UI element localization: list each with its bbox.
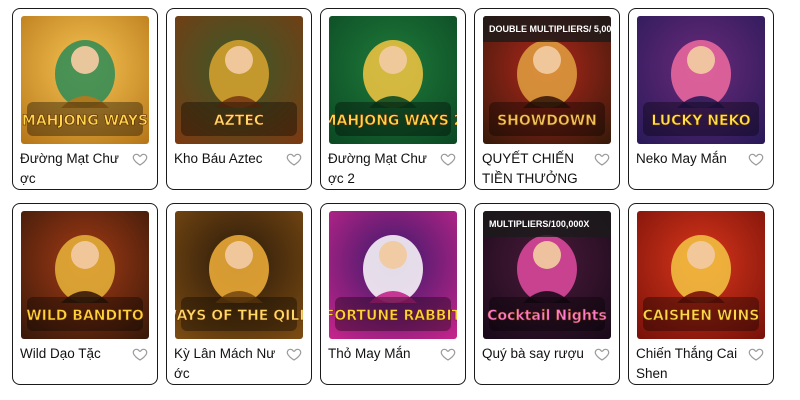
game-meta: Thỏ May Mắn <box>328 344 458 364</box>
game-card-5[interactable]: LUCKY NEKO Neko May Mắn <box>628 8 774 190</box>
game-meta: Neko May Mắn <box>636 149 766 169</box>
promo-banner-text: MULTIPLIERS/100,000X <box>489 219 589 229</box>
game-meta: Kho Báu Aztec <box>174 149 304 169</box>
game-logo-text: MAHJONG WAYS 2 <box>329 113 457 129</box>
game-logo-text: FORTUNE RABBIT <box>329 308 457 324</box>
aztec-queen-icon <box>209 40 269 108</box>
game-thumbnail[interactable]: MAHJONG WAYS 2 <box>329 16 457 144</box>
game-art: WILD BANDITO <box>21 211 149 339</box>
mahjong-tile-icon <box>55 40 115 108</box>
game-art: MAHJONG WAYS <box>21 16 149 144</box>
favorite-heart-icon[interactable] <box>132 346 148 362</box>
lucky-cat-icon <box>671 40 731 108</box>
game-art: CAISHEN WINS <box>637 211 765 339</box>
game-logo-text: WAYS OF THE QILIN <box>175 308 303 324</box>
game-art: FORTUNE RABBIT <box>329 211 457 339</box>
game-thumbnail[interactable]: FORTUNE RABBIT <box>329 211 457 339</box>
game-logo-text: Cocktail Nights <box>487 308 607 324</box>
promo-banner-text: DOUBLE MULTIPLIERS/ 5,000X <box>489 24 611 34</box>
game-name[interactable]: Chiến Thắng Cai Shen <box>636 344 744 384</box>
game-name[interactable]: QUYẾT CHIẾN TIỀN THƯỞNG <box>482 149 590 189</box>
game-logo-text: CAISHEN WINS <box>643 308 760 324</box>
game-meta: Đường Mạt Chư ợc <box>20 149 150 189</box>
game-meta: Đường Mạt Chư ợc 2 <box>328 149 458 189</box>
cowgirl-icon <box>517 40 577 108</box>
dragon-icon <box>363 40 423 108</box>
favorite-heart-icon[interactable] <box>132 151 148 167</box>
game-name[interactable]: Đường Mạt Chư ợc <box>20 149 128 189</box>
game-meta: QUYẾT CHIẾN TIỀN THƯỞNG <box>482 149 612 189</box>
game-thumbnail[interactable]: WILD BANDITO <box>21 211 149 339</box>
game-card-7[interactable]: WAYS OF THE QILIN Kỳ Lân Mách Nư ớc <box>166 203 312 385</box>
favorite-heart-icon[interactable] <box>748 151 764 167</box>
game-name[interactable]: Quý bà say rượu <box>482 344 590 364</box>
game-card-6[interactable]: WILD BANDITO Wild Dạo Tặc <box>12 203 158 385</box>
game-art: MAHJONG WAYS 2 <box>329 16 457 144</box>
favorite-heart-icon[interactable] <box>286 151 302 167</box>
game-name[interactable]: Wild Dạo Tặc <box>20 344 128 364</box>
game-grid: MAHJONG WAYS Đường Mạt Chư ợc AZTEC Kho … <box>12 8 774 385</box>
game-meta: Wild Dạo Tặc <box>20 344 150 364</box>
game-meta: Chiến Thắng Cai Shen <box>636 344 766 384</box>
game-name[interactable]: Kỳ Lân Mách Nư ớc <box>174 344 282 384</box>
game-thumbnail[interactable]: CAISHEN WINS <box>637 211 765 339</box>
game-thumbnail[interactable]: DOUBLE MULTIPLIERS/ 5,000X SHOWDOWN <box>483 16 611 144</box>
skeleton-bandit-icon <box>55 235 115 303</box>
game-logo-text: MAHJONG WAYS <box>22 113 148 129</box>
favorite-heart-icon[interactable] <box>440 151 456 167</box>
favorite-heart-icon[interactable] <box>748 346 764 362</box>
game-meta: Kỳ Lân Mách Nư ớc <box>174 344 304 384</box>
game-card-8[interactable]: FORTUNE RABBIT Thỏ May Mắn <box>320 203 466 385</box>
favorite-heart-icon[interactable] <box>594 346 610 362</box>
game-art: AZTEC <box>175 16 303 144</box>
game-name[interactable]: Đường Mạt Chư ợc 2 <box>328 149 436 189</box>
game-thumbnail[interactable]: LUCKY NEKO <box>637 16 765 144</box>
cocktail-lady-icon <box>517 235 577 303</box>
favorite-heart-icon[interactable] <box>286 346 302 362</box>
game-name[interactable]: Kho Báu Aztec <box>174 149 282 169</box>
game-name[interactable]: Neko May Mắn <box>636 149 744 169</box>
game-name[interactable]: Thỏ May Mắn <box>328 344 436 364</box>
game-art: WAYS OF THE QILIN <box>175 211 303 339</box>
game-card-2[interactable]: AZTEC Kho Báu Aztec <box>166 8 312 190</box>
game-card-3[interactable]: MAHJONG WAYS 2 Đường Mạt Chư ợc 2 <box>320 8 466 190</box>
caishen-god-icon <box>671 235 731 303</box>
game-thumbnail[interactable]: MULTIPLIERS/100,000X Cocktail Nights <box>483 211 611 339</box>
game-logo-text: WILD BANDITO <box>26 308 144 324</box>
game-thumbnail[interactable]: AZTEC <box>175 16 303 144</box>
game-card-10[interactable]: CAISHEN WINS Chiến Thắng Cai Shen <box>628 203 774 385</box>
game-card-4[interactable]: DOUBLE MULTIPLIERS/ 5,000X SHOWDOWN QUYẾT… <box>474 8 620 190</box>
game-art: LUCKY NEKO <box>637 16 765 144</box>
qilin-icon <box>209 235 269 303</box>
rabbit-icon <box>363 235 423 303</box>
game-art: MULTIPLIERS/100,000X Cocktail Nights <box>483 211 611 339</box>
game-card-9[interactable]: MULTIPLIERS/100,000X Cocktail Nights Quý … <box>474 203 620 385</box>
game-card-1[interactable]: MAHJONG WAYS Đường Mạt Chư ợc <box>12 8 158 190</box>
game-thumbnail[interactable]: MAHJONG WAYS <box>21 16 149 144</box>
game-art: DOUBLE MULTIPLIERS/ 5,000X SHOWDOWN <box>483 16 611 144</box>
game-meta: Quý bà say rượu <box>482 344 612 364</box>
favorite-heart-icon[interactable] <box>594 151 610 167</box>
game-logo-text: SHOWDOWN <box>497 113 597 129</box>
favorite-heart-icon[interactable] <box>440 346 456 362</box>
game-logo-text: LUCKY NEKO <box>651 113 750 129</box>
game-logo-text: AZTEC <box>214 113 264 129</box>
game-thumbnail[interactable]: WAYS OF THE QILIN <box>175 211 303 339</box>
